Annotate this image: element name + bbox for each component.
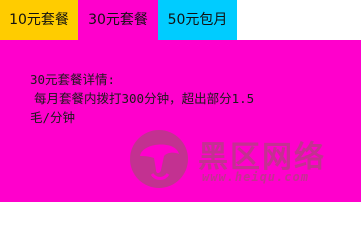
plan-details-line-2: 毛/分钟 bbox=[30, 110, 76, 125]
tab-bar: 10元套餐 30元套餐 50元包月 bbox=[0, 0, 237, 40]
plan-details-title: 30元套餐详情: bbox=[30, 72, 116, 87]
mushroom-logo-icon bbox=[130, 130, 188, 188]
plan-details: 30元套餐详情: 每月套餐内拨打300分钟，超出部分1.5 毛/分钟 bbox=[30, 70, 330, 127]
page-root: 10元套餐 30元套餐 50元包月 30元套餐详情: 每月套餐内拨打300分钟，… bbox=[0, 0, 361, 202]
tab-50-yuan[interactable]: 50元包月 bbox=[158, 0, 237, 40]
tab-30-yuan[interactable]: 30元套餐 bbox=[78, 0, 158, 40]
tab-10-yuan[interactable]: 10元套餐 bbox=[0, 0, 78, 40]
plan-details-line-1: 每月套餐内拨打300分钟，超出部分1.5 bbox=[34, 91, 255, 106]
watermark: 黑区网络 www.heiqu.com bbox=[130, 130, 361, 202]
watermark-url: www.heiqu.com bbox=[202, 170, 309, 184]
